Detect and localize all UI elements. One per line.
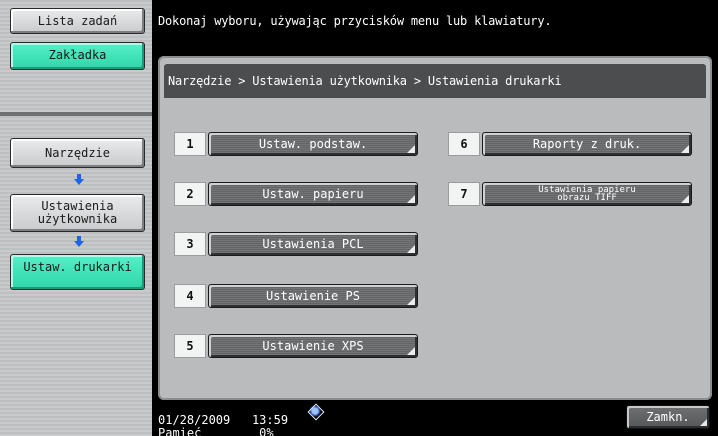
menu-item-6[interactable]: 6 Raporty z druk. <box>448 132 696 156</box>
menu-item-4[interactable]: 4 Ustawienie PS <box>174 284 422 308</box>
memory-value: 0% <box>259 427 274 436</box>
network-status-icon <box>308 404 322 418</box>
menu-item-number: 3 <box>174 232 206 256</box>
ps-settings-button[interactable]: Ustawienie PS <box>208 284 418 308</box>
print-reports-button[interactable]: Raporty z druk. <box>482 132 692 156</box>
arrow-down-icon <box>74 174 84 186</box>
menu-item-number: 2 <box>174 182 206 206</box>
date: 01/28/2009 <box>158 413 231 427</box>
date-time: 01/28/2009 13:59 <box>158 413 288 427</box>
pcl-settings-button[interactable]: Ustawienia PCL <box>208 232 418 256</box>
step-tool-button[interactable]: Narzędzie <box>10 138 145 168</box>
menu-item-5[interactable]: 5 Ustawienie XPS <box>174 334 422 358</box>
menu-item-2[interactable]: 2 Ustaw. papieru <box>174 182 422 206</box>
instruction-message: Dokonaj wyboru, używając przycisków menu… <box>158 14 552 28</box>
arrow-down-icon <box>74 236 84 248</box>
main-area: Dokonaj wyboru, używając przycisków menu… <box>152 0 718 436</box>
sidebar-divider <box>0 112 152 116</box>
menu-item-number: 5 <box>174 334 206 358</box>
paper-settings-button[interactable]: Ustaw. papieru <box>208 182 418 206</box>
step-user-settings-button[interactable]: Ustawienia użytkownika <box>10 194 145 232</box>
menu-item-number: 1 <box>174 132 206 156</box>
xps-settings-button[interactable]: Ustawienie XPS <box>208 334 418 358</box>
settings-panel: Narzędzie > Ustawienia użytkownika > Ust… <box>158 56 712 400</box>
menu-item-number: 7 <box>448 182 480 206</box>
menu-item-number: 6 <box>448 132 480 156</box>
basic-settings-button[interactable]: Ustaw. podstaw. <box>208 132 418 156</box>
menu-item-3[interactable]: 3 Ustawienia PCL <box>174 232 422 256</box>
job-list-button[interactable]: Lista zadań <box>10 8 145 34</box>
breadcrumb: Narzędzie > Ustawienia użytkownika > Ust… <box>164 64 706 98</box>
menu-item-7[interactable]: 7 Ustawienia papieru obrazu TIFF <box>448 182 696 206</box>
menu-item-number: 4 <box>174 284 206 308</box>
step-user-settings-label: Ustawienia użytkownika <box>37 199 118 226</box>
memory-label: Pamięć <box>158 427 202 436</box>
tiff-paper-settings-button[interactable]: Ustawienia papieru obrazu TIFF <box>482 182 692 206</box>
close-button[interactable]: Zamkn. <box>626 405 710 429</box>
left-sidebar: Lista zadań Zakładka Narzędzie Ustawieni… <box>0 0 152 436</box>
memory-status: Pamięć 0% <box>158 427 274 436</box>
step-printer-settings-button[interactable]: Ustaw. drukarki <box>10 254 145 290</box>
tiff-paper-settings-label: Ustawienia papieru obrazu TIFF <box>538 185 636 203</box>
time: 13:59 <box>251 413 289 427</box>
menu-item-1[interactable]: 1 Ustaw. podstaw. <box>174 132 422 156</box>
bookmark-button[interactable]: Zakładka <box>10 42 145 70</box>
